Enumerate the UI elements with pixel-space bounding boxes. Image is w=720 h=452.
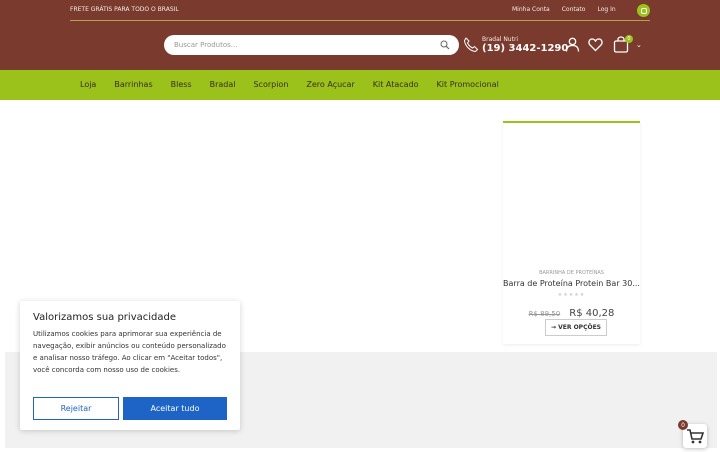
user-icon[interactable] (565, 37, 580, 52)
instagram-icon[interactable] (637, 4, 650, 17)
product-rating: ★★★★★ (557, 292, 586, 298)
product-category[interactable]: BARRINHA DE PROTEÍNAS (503, 270, 640, 276)
nav-item-bradal[interactable]: Bradal (210, 80, 236, 89)
search-icon[interactable] (440, 40, 450, 50)
heart-icon[interactable] (588, 37, 603, 52)
chevron-down-icon[interactable]: ⌄ (636, 41, 642, 49)
search-placeholder: Buscar Produtos... (174, 41, 238, 49)
cookie-banner: Valorizamos sua privacidade Utilizamos c… (20, 301, 240, 430)
nav-item-scorpion[interactable]: Scorpion (253, 80, 288, 89)
view-options-label: VER OPÇÕES (558, 324, 601, 331)
view-options-button[interactable]: → VER OPÇÕES (545, 319, 607, 336)
link-my-account[interactable]: Minha Conta (512, 6, 550, 13)
accept-cookies-button[interactable]: Aceitar tudo (123, 397, 227, 420)
nav-item-kit-atacado[interactable]: Kit Atacado (373, 80, 419, 89)
phone-number[interactable]: (19) 3442-1290 (482, 43, 568, 54)
nav-item-kit-promocional[interactable]: Kit Promocional (437, 80, 499, 89)
link-contact[interactable]: Contato (562, 6, 586, 13)
product-name[interactable]: Barra de Proteína Protein Bar 30... (503, 279, 640, 288)
nav-item-bless[interactable]: Bless (171, 80, 192, 89)
link-login[interactable]: Log In (597, 6, 615, 13)
main-nav: Loja Barrinhas Bless Bradal Scorpion Zer… (0, 70, 720, 100)
cookie-text: Utilizamos cookies para aprimorar sua ex… (33, 330, 226, 374)
nav-item-zero-acucar[interactable]: Zero Açucar (306, 80, 354, 89)
nav-item-barrinhas[interactable]: Barrinhas (114, 80, 152, 89)
sale-price: R$ 40,28 (569, 308, 615, 319)
header-divider (70, 20, 650, 21)
search-input[interactable]: Buscar Produtos... (164, 35, 459, 55)
cookie-title: Valorizamos sua privacidade (33, 312, 176, 323)
top-header: FRETE GRÁTIS PARA TODO O BRASIL Minha Co… (0, 0, 720, 70)
product-card[interactable]: BARRINHA DE PROTEÍNAS Barra de Proteína … (503, 121, 640, 344)
phone-label: Bradal Nutri (482, 36, 519, 43)
cart-count-badge: 0 (625, 35, 633, 43)
top-links: Minha Conta Contato Log In (512, 6, 616, 13)
nav-item-loja[interactable]: Loja (80, 80, 96, 89)
floating-cart-count: 0 (678, 420, 688, 430)
old-price: R$ 89,50 (528, 310, 561, 318)
phone-icon (463, 37, 479, 53)
reject-cookies-button[interactable]: Rejeitar (33, 397, 119, 420)
shipping-banner: FRETE GRÁTIS PARA TODO O BRASIL (70, 6, 179, 13)
product-price: R$ 89,50 R$ 40,28 (503, 301, 640, 320)
